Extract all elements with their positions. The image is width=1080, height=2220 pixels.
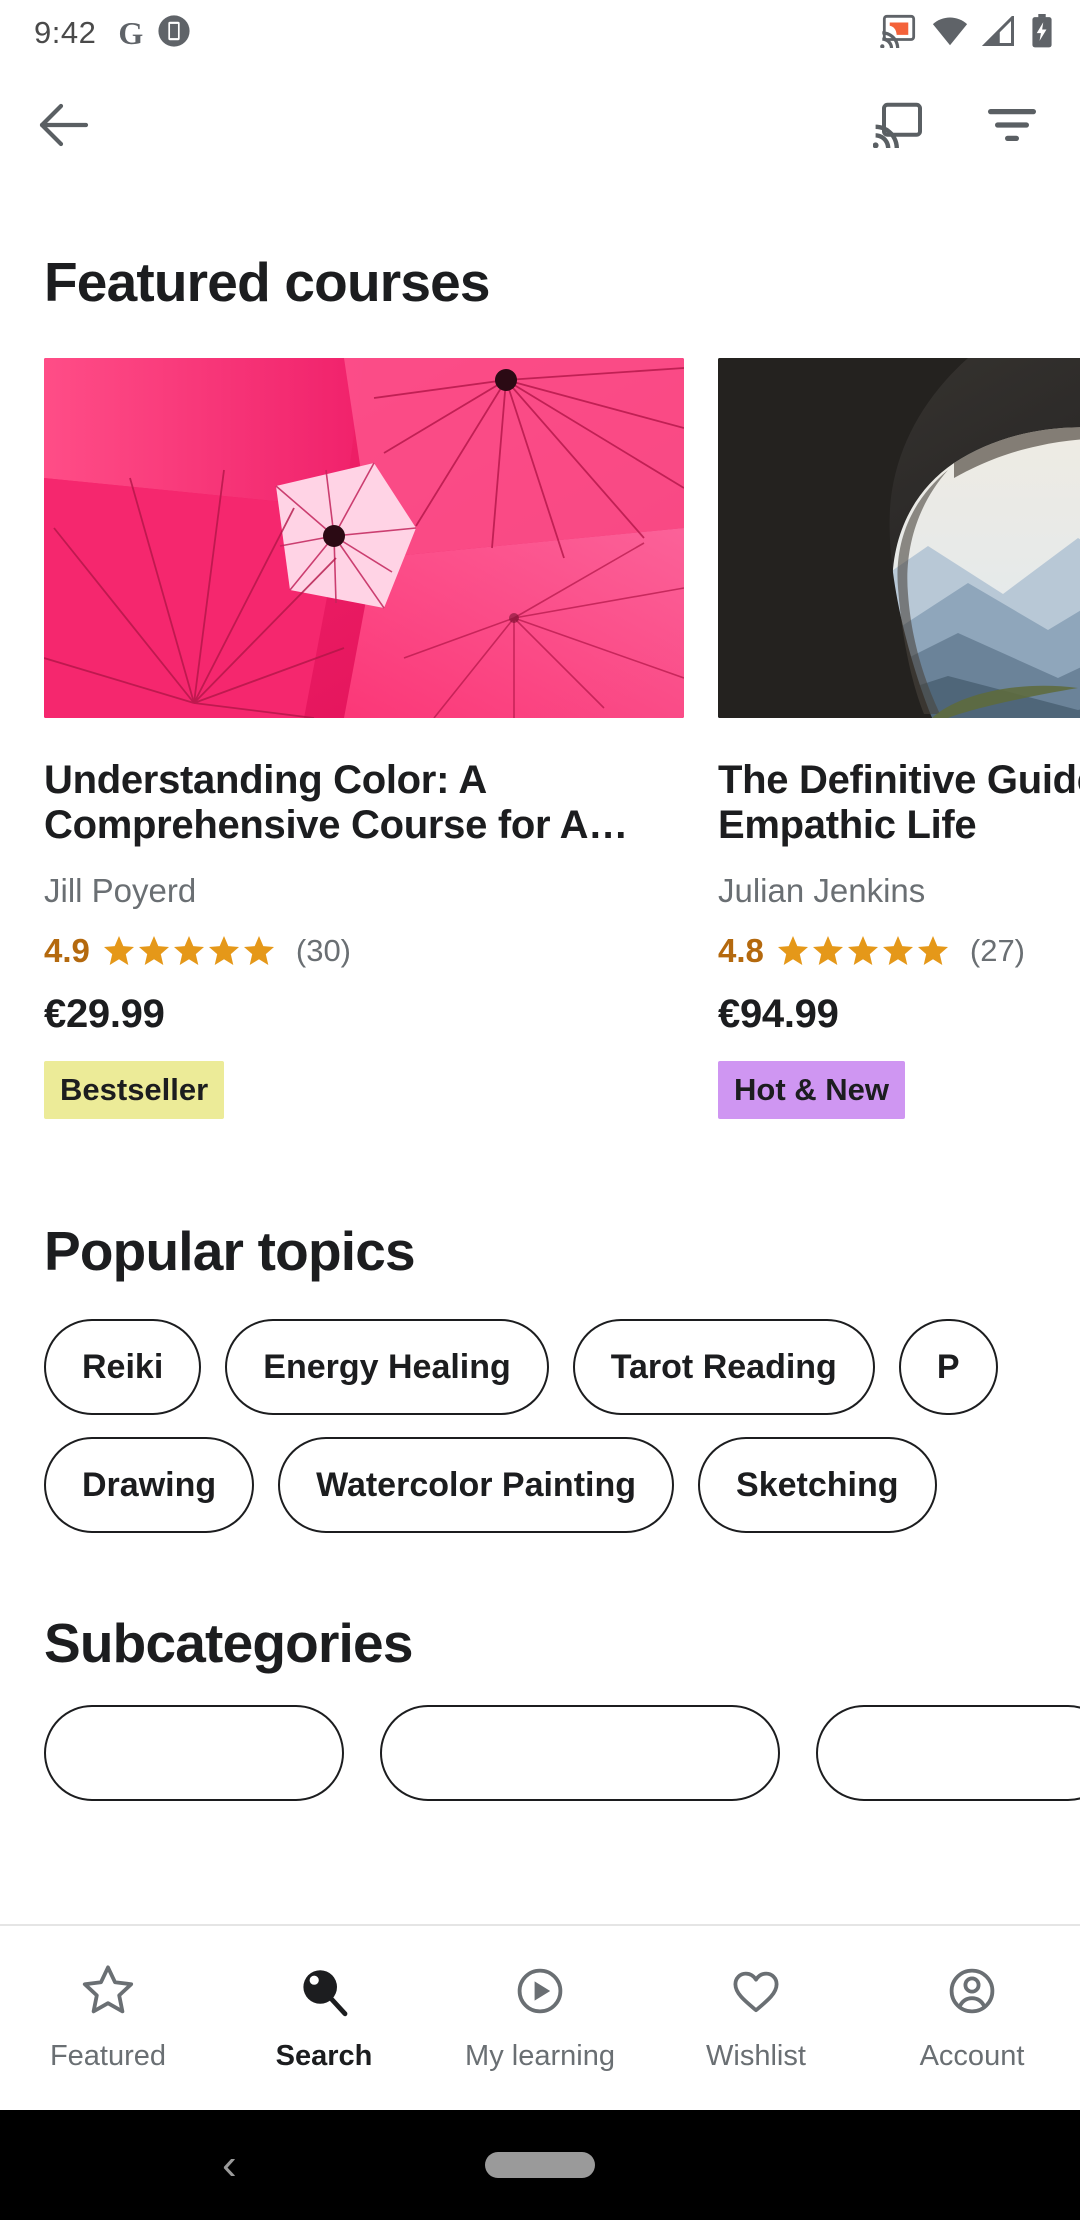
course-price: €29.99 (44, 992, 165, 1037)
status-left-icons: G (118, 14, 191, 53)
status-bar: 9:42 G (0, 0, 1080, 66)
subcategory-chip-row (44, 1705, 1080, 1802)
topic-chip-reiki[interactable]: Reiki (44, 1319, 202, 1416)
nav-label: My learning (465, 2040, 615, 2072)
cast-icon (880, 14, 918, 53)
back-button[interactable] (36, 97, 92, 153)
account-circle-icon (943, 1963, 1001, 2024)
course-rating: 4.9 (30) (44, 932, 684, 970)
course-title: Understanding Color: A Comprehensive Cou… (44, 758, 628, 848)
star-icon (79, 1963, 137, 2024)
nav-label: Account (919, 2040, 1025, 2072)
status-badge: Bestseller (44, 1061, 225, 1120)
system-navigation-bar: ‹ (0, 2110, 1080, 2220)
topic-chip-partial[interactable]: P (898, 1319, 998, 1416)
system-home-pill[interactable] (485, 2152, 595, 2178)
nav-item-account[interactable]: Account (864, 1963, 1080, 2073)
subcategory-chip[interactable] (44, 1705, 344, 1802)
nav-item-my-learning[interactable]: My learning (432, 1963, 648, 2073)
topic-chip-watercolor-painting[interactable]: Watercolor Painting (278, 1437, 675, 1534)
app-bar (0, 66, 1080, 184)
topic-chip-row: Drawing Watercolor Painting Sketching (44, 1437, 1080, 1534)
topic-chip-row: Reiki Energy Healing Tarot Reading P (44, 1319, 1080, 1416)
scroll-content[interactable]: Featured courses Understanding Color: A … (0, 184, 1080, 1992)
course-author: Jill Poyerd (44, 872, 197, 910)
topic-chip-energy-healing[interactable]: Energy Healing (225, 1319, 549, 1416)
review-count: (30) (295, 933, 352, 969)
bottom-navigation: Featured Search My learning Wishlist Acc… (0, 1924, 1080, 2110)
popular-topics-heading: Popular topics (44, 1220, 416, 1283)
featured-courses-heading: Featured courses (44, 251, 491, 313)
heart-icon (727, 1963, 785, 2024)
course-card[interactable]: Understanding Color: A Comprehensive Cou… (44, 358, 684, 1120)
wifi-icon (932, 16, 968, 51)
popular-topics-chips: Reiki Energy Healing Tarot Reading P Dra… (0, 1283, 1080, 1534)
phone-screen: 9:42 G Featured courses Understanding Co… (0, 0, 1080, 2220)
google-g-icon: G (118, 15, 144, 51)
status-time: 9:42 (34, 15, 97, 50)
nav-item-wishlist[interactable]: Wishlist (648, 1963, 864, 2073)
course-thumbnail (44, 358, 684, 718)
cast-button[interactable] (870, 97, 926, 153)
app-bar-actions (870, 97, 1040, 153)
play-circle-icon (511, 1963, 569, 2024)
course-author: Julian Jenkins (718, 872, 926, 910)
star-rating-icons (776, 934, 952, 968)
rating-value: 4.8 (718, 932, 764, 970)
filter-button[interactable] (984, 97, 1040, 153)
topic-chip-drawing[interactable]: Drawing (44, 1437, 255, 1534)
featured-courses-carousel[interactable]: Understanding Color: A Comprehensive Cou… (0, 314, 1080, 1120)
nav-label: Search (275, 2040, 373, 2072)
system-back-icon[interactable]: ‹ (222, 2140, 237, 2190)
topic-chip-tarot-reading[interactable]: Tarot Reading (572, 1319, 875, 1416)
nav-label: Wishlist (706, 2040, 806, 2072)
subcategories-chips (0, 1675, 1080, 1802)
course-card[interactable]: The Definitive Guide to an Empathic Life… (718, 358, 1080, 1120)
rating-value: 4.9 (44, 932, 90, 970)
status-badge: Hot & New (718, 1061, 905, 1120)
search-icon (295, 1963, 353, 2024)
status-right-icons (880, 13, 1054, 53)
review-count: (27) (969, 933, 1026, 969)
course-rating: 4.8 (27) (718, 932, 1080, 970)
course-title: The Definitive Guide to an Empathic Life (718, 758, 1080, 848)
course-thumbnail (718, 358, 1080, 718)
battery-charging-icon (1030, 13, 1054, 53)
topic-chip-sketching[interactable]: Sketching (698, 1437, 937, 1534)
nav-item-featured[interactable]: Featured (0, 1963, 216, 2073)
screenshot-icon (157, 14, 191, 53)
subcategories-heading: Subcategories (44, 1612, 413, 1675)
course-price: €94.99 (718, 992, 839, 1037)
nav-item-search[interactable]: Search (216, 1963, 432, 2073)
subcategory-chip[interactable] (816, 1705, 1080, 1802)
star-rating-icons (102, 934, 278, 968)
subcategory-chip[interactable] (380, 1705, 780, 1802)
nav-label: Featured (49, 2040, 167, 2072)
cellular-icon (981, 13, 1016, 51)
